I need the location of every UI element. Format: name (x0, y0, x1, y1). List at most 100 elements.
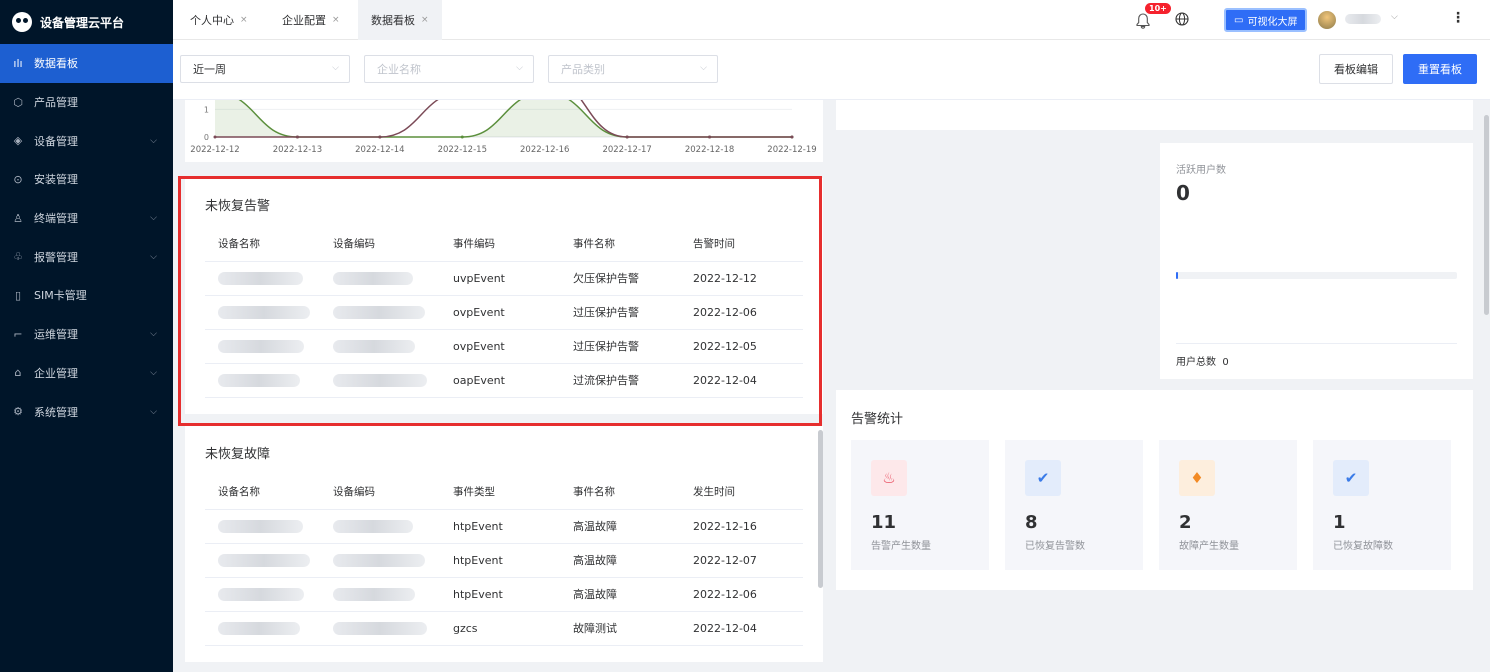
username-redacted[interactable] (1345, 14, 1381, 24)
event-code: htpEvent (440, 577, 560, 612)
close-icon[interactable]: × (240, 15, 248, 25)
device-code-redacted (333, 621, 427, 635)
device-name-redacted (218, 373, 300, 387)
app-title: 设备管理云平台 (40, 15, 125, 30)
close-icon[interactable]: × (332, 15, 340, 25)
device-name-redacted (218, 519, 303, 533)
sidebar-item-1[interactable]: ⬡ 产品管理 (0, 83, 173, 122)
total-users: 用户总数 0 (1176, 357, 1229, 368)
device-code-redacted (333, 271, 413, 285)
column-header: 告警时间 (680, 226, 803, 262)
x-tick-label: 2022-12-15 (438, 145, 487, 155)
bar-chart-icon: ılı (13, 56, 23, 70)
sidebar-item-label: 系统管理 (34, 405, 78, 419)
sidebar-item-4[interactable]: ♙ 终端管理 ⌵ (0, 199, 173, 238)
column-header: 事件名称 (560, 474, 680, 510)
event-code: ovpEvent (440, 329, 560, 364)
sidebar-item-0[interactable]: ılı 数据看板 (0, 44, 173, 83)
monitor-icon: ▭ (1234, 14, 1244, 26)
chevron-down-icon: ⌵ (150, 367, 157, 378)
sidebar-item-3[interactable]: ⊙ 安装管理 (0, 160, 173, 199)
data-point (708, 135, 712, 139)
chevron-down-icon: ⌵ (150, 213, 157, 224)
tab-personal-center[interactable]: 个人中心 × (177, 0, 261, 40)
alarm-stats-card: 告警统计 ♨ 11 告警产生数量 ✔ 8 已恢复告警数 ♦ 2 故障产生数量 ✔ 1 已恢复故障数 (836, 390, 1473, 590)
data-point (295, 135, 299, 139)
event-time: 2022-12-12 (680, 261, 803, 296)
faults-table: 设备名称 设备编码 事件类型 事件名称 发生时间 htpEvent 高温故障 2022-12-… (205, 474, 803, 646)
event-code: ovpEvent (440, 295, 560, 330)
event-time: 2022-12-16 (680, 509, 803, 544)
x-tick-label: 2022-12-14 (355, 145, 404, 155)
table-row[interactable]: ovpEvent 过压保护告警 2022-12-06 (205, 295, 803, 330)
event-name: 过压保护告警 (560, 329, 680, 364)
app-logo[interactable]: 设备管理云平台 (0, 0, 173, 44)
verified-badge-icon: ✔ (1333, 460, 1369, 496)
sidebar-item-7[interactable]: ⌐ 运维管理 ⌵ (0, 315, 173, 354)
data-point (378, 135, 382, 139)
period-select[interactable]: 近一周 ⌵ (180, 55, 350, 83)
device-name-redacted (218, 339, 304, 353)
notification-badge: 10+ (1145, 3, 1171, 14)
company-select[interactable]: 企业名称 ⌵ (364, 55, 534, 83)
stat-label: 已恢复故障数 (1333, 541, 1393, 552)
page-scrollbar[interactable] (1484, 115, 1489, 315)
alarm-icon: ♧ (13, 250, 23, 264)
divider (1176, 343, 1457, 344)
event-name: 故障测试 (560, 611, 680, 646)
device-code-redacted (333, 373, 427, 387)
device-code-redacted (333, 339, 415, 353)
stat-label: 告警产生数量 (871, 541, 931, 552)
sidebar-item-9[interactable]: ⚙ 系统管理 ⌵ (0, 392, 173, 431)
stat-value: 2 (1179, 512, 1192, 533)
avatar[interactable] (1318, 11, 1336, 29)
column-header: 设备名称 (205, 226, 320, 262)
column-header: 事件类型 (440, 474, 560, 510)
event-name: 高温故障 (560, 577, 680, 612)
scrollbar[interactable] (818, 430, 823, 588)
close-icon[interactable]: × (421, 15, 429, 25)
table-row[interactable]: htpEvent 高温故障 2022-12-16 (205, 509, 803, 544)
event-time: 2022-12-04 (680, 611, 803, 646)
stat-value: 8 (1025, 512, 1038, 533)
more-vertical-icon[interactable]: ⋮ (1451, 10, 1465, 26)
top-right-card (836, 100, 1473, 130)
table-row[interactable]: uvpEvent 欠压保护告警 2022-12-12 (205, 261, 803, 296)
data-point (213, 135, 217, 139)
table-row[interactable]: htpEvent 高温故障 2022-12-07 (205, 543, 803, 578)
big-screen-button[interactable]: ▭ 可视化大屏 (1224, 8, 1308, 32)
chevron-down-icon: ⌵ (150, 251, 157, 262)
event-time: 2022-12-04 (680, 363, 803, 398)
sidebar-item-6[interactable]: ▯ SIM卡管理 (0, 276, 173, 315)
user-icon: ♙ (13, 211, 23, 225)
event-name: 高温故障 (560, 509, 680, 544)
alarms-table: 设备名称 设备编码 事件编码 事件名称 告警时间 uvpEvent 欠压保护告警 2022-1… (205, 226, 803, 398)
sidebar-item-5[interactable]: ♧ 报警管理 ⌵ (0, 237, 173, 276)
active-users-value: 0 (1176, 181, 1190, 205)
table-row[interactable]: oapEvent 过流保护告警 2022-12-04 (205, 363, 803, 398)
tab-dashboard[interactable]: 数据看板 × (358, 0, 442, 40)
table-row[interactable]: ovpEvent 过压保护告警 2022-12-05 (205, 329, 803, 364)
sidebar-item-2[interactable]: ◈ 设备管理 ⌵ (0, 121, 173, 160)
table-row[interactable]: htpEvent 高温故障 2022-12-06 (205, 577, 803, 612)
sidebar-item-label: 运维管理 (34, 328, 78, 342)
sidebar-item-8[interactable]: ⌂ 企业管理 ⌵ (0, 354, 173, 393)
reset-dashboard-button[interactable]: 重置看板 (1403, 54, 1477, 84)
alarm-bell-icon: ♨ (871, 460, 907, 496)
event-time: 2022-12-06 (680, 577, 803, 612)
chevron-down-icon: ⌵ (516, 63, 523, 73)
chevron-down-icon[interactable]: ⌵ (1391, 12, 1398, 22)
edit-dashboard-button[interactable]: 看板编辑 (1319, 54, 1393, 84)
x-tick-label: 2022-12-18 (685, 145, 734, 155)
category-select[interactable]: 产品类别 ⌵ (548, 55, 718, 83)
table-row[interactable]: gzcs 故障测试 2022-12-04 (205, 611, 803, 646)
tab-company-config[interactable]: 企业配置 × (269, 0, 353, 40)
globe-icon[interactable] (1175, 12, 1189, 30)
bell-icon[interactable]: 10+ (1136, 3, 1171, 29)
stat-value: 1 (1333, 512, 1346, 533)
tool-icon: ⌐ (13, 327, 23, 341)
event-name: 高温故障 (560, 543, 680, 578)
device-code-redacted (333, 519, 413, 533)
event-time: 2022-12-07 (680, 543, 803, 578)
event-time: 2022-12-05 (680, 329, 803, 364)
